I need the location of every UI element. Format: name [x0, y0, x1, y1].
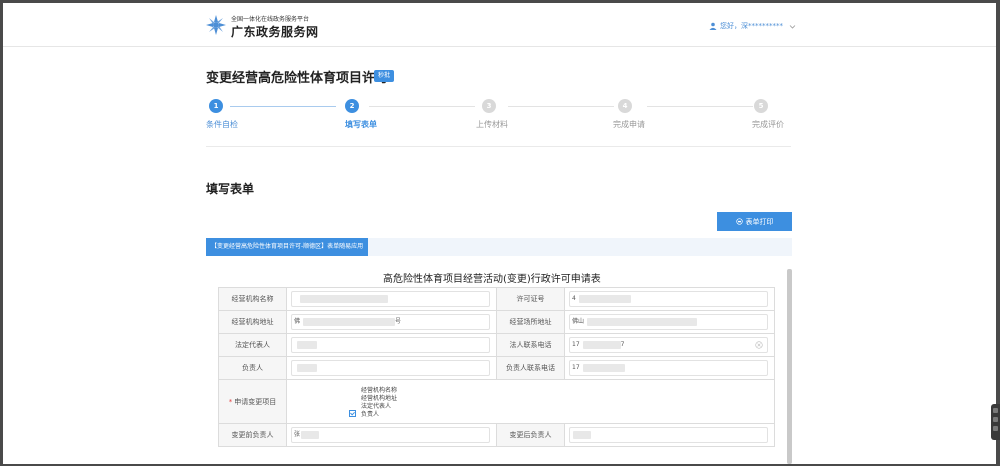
label-legal-rep: 法定代表人 [218, 333, 287, 357]
legal-rep-phone-value: 17 [572, 341, 580, 348]
step-number: 5 [754, 99, 768, 113]
redacted-value [582, 363, 625, 372]
step-number: 3 [482, 99, 496, 113]
instant-approval-badge: 秒批 [374, 70, 395, 82]
venue-address-value: 佛山 [572, 318, 585, 325]
redacted-value [297, 363, 317, 372]
license-no-input[interactable]: 4 [569, 291, 768, 307]
table-row: 法定代表人 法人联系电话 17 7 [218, 333, 775, 357]
person-in-charge-input[interactable] [291, 360, 490, 376]
checkbox-label: 负责人 [361, 411, 380, 418]
browser-viewport: 全国一体化在线政务服务平台 广东政务服务网 您好，深********** 变更经… [3, 3, 996, 464]
chevron-down-icon [789, 24, 796, 29]
label-venue-address: 经营场所地址 [496, 310, 565, 334]
step-number: 1 [209, 99, 223, 113]
site-header: 全国一体化在线政务服务平台 广东政务服务网 您好，深********** [3, 3, 996, 47]
label-prev-person: 变更前负责人 [218, 423, 287, 447]
label-org-address: 经营机构地址 [218, 310, 287, 334]
widget-dot [993, 408, 998, 413]
logo-subtitle: 全国一体化在线政务服务平台 [231, 16, 310, 23]
redacted-value [300, 294, 388, 303]
step-number: 2 [345, 99, 359, 113]
step-connector [230, 106, 336, 107]
change-items-checkbox-group: 经营机构名称 经营机构地址 法定代表人 负责人 [349, 384, 768, 420]
legal-rep-phone-input[interactable]: 17 7 [569, 337, 768, 353]
redacted-value [582, 340, 621, 349]
step-connector [369, 106, 475, 107]
step-label: 完成申请 [613, 120, 645, 129]
label-change-items: * 申请变更项目 [218, 379, 287, 424]
prev-person-value: 张 [294, 431, 301, 438]
user-icon [709, 22, 717, 30]
user-greeting: 您好，深********** [720, 22, 783, 30]
change-item-org-name[interactable]: 经营机构名称 [349, 386, 768, 394]
label-change-items-text: 申请变更项目 [234, 397, 277, 406]
clear-input-icon[interactable] [755, 341, 763, 349]
step-number: 4 [618, 99, 632, 113]
progress-steps: 1 条件自检 2 填写表单 3 上传材料 4 完成申请 5 完成评价 [206, 99, 791, 139]
org-address-value: 佛 [294, 318, 301, 325]
org-address-input[interactable]: 佛号 [291, 314, 490, 330]
table-row: * 申请变更项目 经营机构名称 经营机构地址 法定代表人 负责人 [218, 379, 775, 424]
new-person-input[interactable] [569, 427, 768, 443]
label-license-no: 许可证号 [496, 287, 565, 311]
redacted-value [573, 430, 591, 439]
widget-dot [993, 417, 998, 422]
venue-address-input[interactable]: 佛山 [569, 314, 768, 330]
section-title: 填写表单 [206, 182, 255, 196]
label-person-in-charge: 负责人 [218, 356, 287, 380]
legal-rep-phone-tail: 7 [620, 341, 625, 348]
application-form-table: 经营机构名称 许可证号 4 经营机构地址 佛号 经营场所地址 佛山 法定代表人 [218, 287, 775, 447]
change-item-org-address[interactable]: 经营机构地址 [349, 394, 768, 402]
table-row: 经营机构名称 许可证号 4 [218, 287, 775, 311]
redacted-value [303, 317, 396, 326]
label-new-person: 变更后负责人 [496, 423, 565, 447]
redacted-value [301, 430, 320, 439]
print-icon [735, 218, 743, 225]
user-menu[interactable]: 您好，深********** [709, 21, 796, 31]
person-in-charge-phone-input[interactable]: 17 [569, 360, 768, 376]
required-mark: * [228, 397, 233, 406]
step-label: 完成评价 [752, 120, 784, 129]
label-person-in-charge-phone: 负责人联系电话 [496, 356, 565, 380]
redacted-value [587, 317, 698, 326]
step-label: 条件自检 [206, 120, 238, 129]
org-address-tail: 号 [395, 318, 402, 325]
form-banner: 【变更经营高危险性体育项目许可-顺德区】表单随易应用 [206, 238, 792, 256]
form-banner-tag: 【变更经营高危险性体育项目许可-顺德区】表单随易应用 [206, 238, 369, 256]
redacted-value [578, 294, 631, 303]
change-item-legal-rep[interactable]: 法定代表人 [349, 402, 768, 410]
table-row: 变更前负责人 张 变更后负责人 [218, 423, 775, 447]
logo-title[interactable]: 广东政务服务网 [231, 23, 319, 40]
form-scrollbar[interactable] [787, 269, 792, 464]
page-title: 变更经营高危险性体育项目许可 [206, 71, 389, 86]
print-form-label: 表单打印 [745, 217, 774, 226]
person-in-charge-phone-value: 17 [572, 364, 580, 371]
guangdong-logo-icon[interactable] [205, 14, 227, 36]
steps-divider [206, 146, 791, 147]
license-no-value: 4 [572, 295, 576, 302]
checkbox-checked[interactable] [349, 410, 356, 417]
redacted-value [297, 340, 317, 349]
checkbox[interactable] [349, 394, 356, 401]
widget-dot [993, 426, 998, 431]
print-form-button[interactable]: 表单打印 [717, 212, 792, 231]
table-row: 经营机构地址 佛号 经营场所地址 佛山 [218, 310, 775, 334]
org-name-input[interactable] [291, 291, 490, 307]
step-label: 上传材料 [476, 120, 508, 129]
step-connector [647, 106, 753, 107]
checkbox[interactable] [349, 386, 356, 393]
step-connector [508, 106, 614, 107]
label-org-name: 经营机构名称 [218, 287, 287, 311]
table-row: 负责人 负责人联系电话 17 [218, 356, 775, 380]
checkbox[interactable] [349, 402, 356, 409]
legal-rep-input[interactable] [291, 337, 490, 353]
prev-person-input[interactable]: 张 [291, 427, 490, 443]
change-item-person-in-charge[interactable]: 负责人 [349, 410, 768, 418]
step-label: 填写表单 [345, 120, 377, 129]
side-widget[interactable] [991, 404, 1000, 440]
label-legal-rep-phone: 法人联系电话 [496, 333, 565, 357]
application-form-title: 高危险性体育项目经营活动(变更)行政许可申请表 [383, 274, 601, 285]
